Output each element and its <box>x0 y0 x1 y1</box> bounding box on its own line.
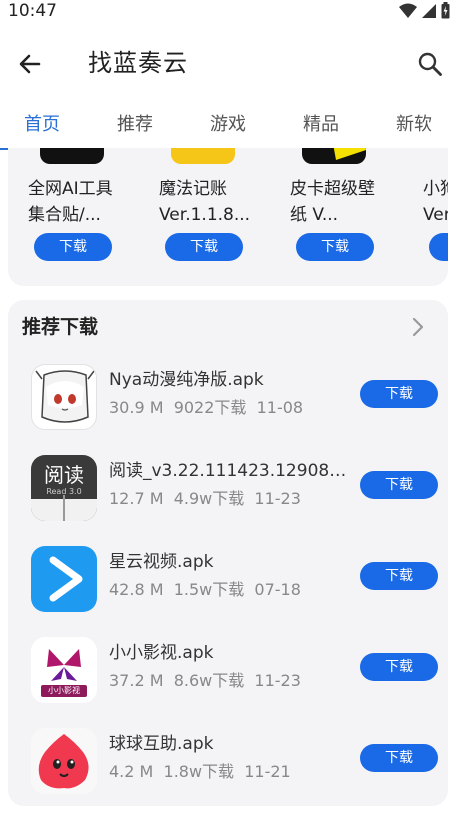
battery-icon <box>441 2 450 19</box>
reader-icon-text: 阅读 <box>44 463 84 487</box>
list-item[interactable]: 星云视频.apk 42.8 M 1.5w下载 07-18 下载 <box>8 539 448 619</box>
app-date: 11-23 <box>254 489 301 508</box>
list-item[interactable]: 球球互助.apk 4.2 M 1.8w下载 11-21 下载 <box>8 721 448 801</box>
category-tabs: 首页 推荐 游戏 精品 新软 <box>0 104 458 150</box>
featured-app-name: 小狗Ver <box>423 179 448 225</box>
reader-icon: 阅读 Read 3.0 <box>31 455 97 521</box>
app-name: 球球互助.apk <box>109 734 214 754</box>
recommend-section: 推荐下载 Nya动漫纯净版.apk 30.9 M 9022下载 11-08 下载… <box>8 300 448 806</box>
download-button[interactable]: 下载 <box>360 380 438 408</box>
download-button[interactable]: 下载 <box>296 233 374 261</box>
red-blob-icon <box>31 728 97 794</box>
app-name: Nya动漫纯净版.apk <box>109 370 264 390</box>
download-button[interactable]: 下载 <box>429 233 448 261</box>
app-meta: 12.7 M 4.9w下载 11-23 <box>109 488 301 510</box>
app-bar: 找蓝奏云 <box>0 36 458 92</box>
app-size: 37.2 M <box>109 671 164 690</box>
pika-icon <box>302 148 366 164</box>
app-downloads: 8.6w下载 <box>173 671 245 690</box>
anime-girl-icon <box>31 364 97 430</box>
app-meta: 42.8 M 1.5w下载 07-18 <box>109 579 301 601</box>
yellow-book-icon <box>171 148 235 164</box>
tab-home[interactable]: 首页 <box>24 112 60 138</box>
back-button[interactable] <box>14 48 46 80</box>
signal-icon <box>422 3 436 18</box>
app-downloads: 1.5w下载 <box>173 580 245 599</box>
download-button[interactable]: 下载 <box>34 233 112 261</box>
app-meta: 4.2 M 1.8w下载 11-21 <box>109 761 291 783</box>
tab-new-software[interactable]: 新软 <box>396 112 432 138</box>
app-meta: 37.2 M 8.6w下载 11-23 <box>109 670 301 692</box>
app-size: 42.8 M <box>109 580 164 599</box>
app-size: 4.2 M <box>109 762 154 781</box>
status-bar: 10:47 <box>0 0 458 22</box>
featured-app-name: 魔法记账Ver.1.1.8... <box>159 179 251 225</box>
app-size: 30.9 M <box>109 398 164 417</box>
butterfly-icon-text: 小小影视 <box>48 686 80 695</box>
app-name: 阅读_v3.22.111423.12908.apk <box>109 461 349 481</box>
featured-app-name: 皮卡超级壁纸 V... <box>290 179 375 225</box>
app-name: 星云视频.apk <box>109 552 214 572</box>
download-button[interactable]: 下载 <box>360 471 438 499</box>
app-date: 07-18 <box>254 580 301 599</box>
black-app-icon <box>40 148 104 164</box>
play-arrow-icon <box>31 546 97 612</box>
status-time: 10:47 <box>8 1 57 21</box>
featured-app-name: 全网AI工具集合贴/... <box>28 179 113 225</box>
featured-apps-card: 全网AI工具集合贴/... 下载 魔法记账Ver.1.1.8... 下载 皮卡超… <box>8 148 448 286</box>
app-downloads: 1.8w下载 <box>163 762 235 781</box>
butterfly-icon: 小小影视 <box>31 637 97 703</box>
chevron-right-icon[interactable] <box>410 316 426 338</box>
list-item[interactable]: Nya动漫纯净版.apk 30.9 M 9022下载 11-08 下载 <box>8 357 448 437</box>
app-date: 11-23 <box>254 671 301 690</box>
download-button[interactable]: 下载 <box>360 562 438 590</box>
tab-games[interactable]: 游戏 <box>210 112 246 138</box>
app-downloads: 4.9w下载 <box>173 489 245 508</box>
app-size: 12.7 M <box>109 489 164 508</box>
app-downloads: 9022下载 <box>173 398 247 417</box>
section-title: 推荐下载 <box>22 316 99 338</box>
download-button[interactable]: 下载 <box>360 653 438 681</box>
search-icon <box>418 52 442 76</box>
page-title: 找蓝奏云 <box>88 49 188 77</box>
status-icons <box>399 2 450 19</box>
list-item[interactable]: 阅读 Read 3.0 阅读_v3.22.111423.12908.apk 12… <box>8 448 448 528</box>
download-button[interactable]: 下载 <box>165 233 243 261</box>
search-button[interactable] <box>414 48 446 80</box>
back-arrow-icon <box>19 54 41 74</box>
list-item[interactable]: 小小影视 小小影视.apk 37.2 M 8.6w下载 11-23 下载 <box>8 630 448 710</box>
tab-featured[interactable]: 精品 <box>303 112 339 138</box>
app-meta: 30.9 M 9022下载 11-08 <box>109 397 303 419</box>
app-name: 小小影视.apk <box>109 643 214 663</box>
app-date: 11-08 <box>256 398 304 417</box>
download-button[interactable]: 下载 <box>360 744 438 772</box>
wifi-icon <box>399 3 417 18</box>
tab-recommend[interactable]: 推荐 <box>117 112 153 138</box>
app-date: 11-21 <box>244 762 291 781</box>
